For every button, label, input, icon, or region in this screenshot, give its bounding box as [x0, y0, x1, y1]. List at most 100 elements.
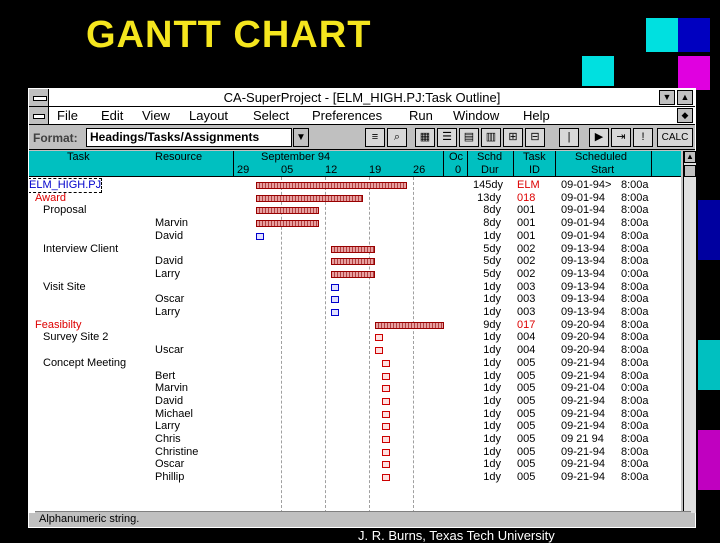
- cell-time[interactable]: 0:00a: [621, 268, 649, 281]
- cell-date[interactable]: 09-13-94: [561, 243, 605, 256]
- cell-id[interactable]: 005: [517, 420, 535, 433]
- gantt-milestone[interactable]: [381, 448, 390, 456]
- cell-id[interactable]: 003: [517, 306, 535, 319]
- gantt-milestone[interactable]: [381, 423, 390, 431]
- gantt-milestone[interactable]: [381, 397, 390, 405]
- col-dur[interactable]: Dur: [481, 164, 499, 176]
- cell-dur[interactable]: 1dy: [473, 458, 501, 471]
- notes-icon[interactable]: ≡: [365, 128, 385, 147]
- cell-dur[interactable]: 1dy: [473, 408, 501, 421]
- cell-date[interactable]: 09-01-94: [561, 230, 605, 243]
- cell-time[interactable]: 8:00a: [621, 306, 649, 319]
- cell-resource[interactable]: Christine: [155, 446, 198, 459]
- gantt-milestone[interactable]: [375, 347, 384, 355]
- table-row[interactable]: Oscar 1dy 005 09-21-94 8:00a: [29, 458, 681, 471]
- cell-dur[interactable]: 9dy: [473, 319, 501, 332]
- col-sched-start-1[interactable]: Scheduled: [575, 151, 627, 163]
- gantt-bar[interactable]: [255, 220, 319, 228]
- cell-resource[interactable]: Larry: [155, 420, 180, 433]
- cell-resource[interactable]: David: [155, 395, 183, 408]
- cell-date[interactable]: 09-20-94: [561, 331, 605, 344]
- cell-id[interactable]: 005: [517, 408, 535, 421]
- blank-button-icon[interactable]: |: [559, 128, 579, 147]
- gantt-milestone[interactable]: [331, 309, 340, 316]
- cell-id[interactable]: 005: [517, 370, 535, 383]
- cell-time[interactable]: 8:00a: [621, 408, 649, 421]
- cell-time[interactable]: 8:00a: [621, 243, 649, 256]
- gantt-milestone[interactable]: [381, 372, 390, 380]
- cell-date[interactable]: 09 21 94: [561, 433, 604, 446]
- col-schd[interactable]: Schd: [477, 151, 502, 163]
- forward-icon[interactable]: ▶: [589, 128, 609, 147]
- document-menu-icon[interactable]: [29, 107, 49, 124]
- pert-view-icon[interactable]: ⊞: [503, 128, 523, 147]
- cell-resource[interactable]: David: [155, 255, 183, 268]
- cell-date[interactable]: 09-13-94: [561, 293, 605, 306]
- cell-id[interactable]: 005: [517, 433, 535, 446]
- cell-id[interactable]: ELM: [517, 179, 540, 192]
- cell-date[interactable]: 09-01-94: [561, 204, 605, 217]
- cell-task[interactable]: Visit Site: [43, 281, 86, 294]
- table-row[interactable]: Chris 1dy 005 09 21 94 8:00a: [29, 433, 681, 446]
- gantt-milestone[interactable]: [381, 461, 390, 469]
- table-row[interactable]: Visit Site 1dy 003 09-13-94 8:00a: [29, 281, 681, 294]
- cell-dur[interactable]: 13dy: [473, 192, 501, 205]
- table-row[interactable]: Oscar 1dy 003 09-13-94 8:00a: [29, 293, 681, 306]
- col-task-id-2[interactable]: ID: [529, 164, 540, 176]
- cell-date[interactable]: 09-20-94: [561, 319, 605, 332]
- cell-id[interactable]: 018: [517, 192, 535, 205]
- menu-file[interactable]: File: [57, 108, 78, 123]
- menu-help[interactable]: Help: [523, 108, 550, 123]
- cell-id[interactable]: 002: [517, 243, 535, 256]
- cell-id[interactable]: 017: [517, 319, 535, 332]
- cell-date[interactable]: 09-21-94: [561, 420, 605, 433]
- cell-id[interactable]: 004: [517, 344, 535, 357]
- cell-time[interactable]: 8:00a: [621, 331, 649, 344]
- cell-task[interactable]: Award: [35, 192, 66, 205]
- cell-dur[interactable]: 1dy: [473, 293, 501, 306]
- cell-resource[interactable]: Oscar: [155, 293, 184, 306]
- cell-date[interactable]: 09-01-94: [561, 217, 605, 230]
- cell-date[interactable]: 09-21-94: [561, 458, 605, 471]
- col-resource[interactable]: Resource: [155, 151, 202, 163]
- minimize-icon[interactable]: ▼: [659, 90, 675, 105]
- gantt-milestone[interactable]: [381, 359, 390, 367]
- cell-dur[interactable]: 8dy: [473, 217, 501, 230]
- cell-id[interactable]: 003: [517, 281, 535, 294]
- cell-resource[interactable]: David: [155, 230, 183, 243]
- cell-task[interactable]: Survey Site 2: [43, 331, 108, 344]
- cell-time[interactable]: 8:00a: [621, 357, 649, 370]
- cell-date[interactable]: 09-21-04: [561, 382, 605, 395]
- cell-date[interactable]: 09-13-94: [561, 268, 605, 281]
- cell-task[interactable]: Proposal: [43, 204, 86, 217]
- cell-dur[interactable]: 8dy: [473, 204, 501, 217]
- table-row[interactable]: Christine 1dy 005 09-21-94 8:00a: [29, 446, 681, 459]
- cell-id[interactable]: 005: [517, 382, 535, 395]
- cell-dur[interactable]: 5dy: [473, 268, 501, 281]
- cell-time[interactable]: 8:00a: [621, 420, 649, 433]
- gantt-bar[interactable]: [331, 270, 376, 278]
- table-row[interactable]: David 1dy 005 09-21-94 8:00a: [29, 395, 681, 408]
- zoom-icon[interactable]: ⌕: [387, 128, 407, 147]
- cell-dur[interactable]: 1dy: [473, 357, 501, 370]
- scroll-up-icon[interactable]: ▲: [684, 151, 696, 163]
- cell-task[interactable]: Interview Client: [43, 243, 118, 256]
- menu-view[interactable]: View: [142, 108, 170, 123]
- cell-id[interactable]: 005: [517, 446, 535, 459]
- chart-view-icon[interactable]: ▥: [481, 128, 501, 147]
- col-task[interactable]: Task: [67, 151, 90, 163]
- gantt-milestone[interactable]: [331, 296, 340, 304]
- cell-resource[interactable]: Phillip: [155, 471, 184, 484]
- table-row[interactable]: Uscar 1dy 004 09-20-94 8:00a: [29, 344, 681, 357]
- cell-id[interactable]: 001: [517, 204, 535, 217]
- cell-date[interactable]: 09-20-94: [561, 344, 605, 357]
- format-dropdown-icon[interactable]: ▼: [293, 128, 309, 147]
- cell-id[interactable]: 002: [517, 255, 535, 268]
- cell-time[interactable]: 8:00a: [621, 255, 649, 268]
- gantt-milestone[interactable]: [381, 410, 390, 418]
- menu-window[interactable]: Window: [453, 108, 499, 123]
- col-sched-start-2[interactable]: Start: [591, 164, 614, 176]
- cell-dur[interactable]: 1dy: [473, 420, 501, 433]
- cell-task[interactable]: Concept Meeting: [43, 357, 126, 370]
- cell-time[interactable]: 0:00a: [621, 382, 649, 395]
